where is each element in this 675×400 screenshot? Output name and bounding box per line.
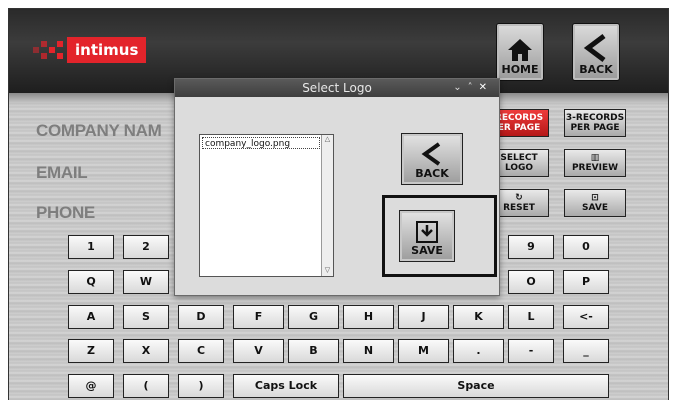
brand-logo: intimus — [31, 37, 147, 63]
list-item[interactable]: company_logo.png — [202, 137, 320, 149]
kiosk-screen: intimus HOME BACK COMPANY NAM EMAIL PHON… — [8, 8, 669, 400]
records3-line1: 3-RECORDS — [565, 113, 625, 123]
dialog-back-label: BACK — [415, 167, 449, 180]
key-v[interactable]: V — [233, 339, 284, 363]
save-small-icon: ⊡ — [591, 193, 599, 203]
scroll-up-icon[interactable]: △ — [323, 135, 332, 145]
key-o[interactable]: O — [508, 270, 554, 294]
key-space[interactable]: Space — [343, 374, 609, 398]
key-q[interactable]: Q — [68, 270, 114, 294]
key-period[interactable]: . — [453, 339, 504, 363]
key-x[interactable]: X — [123, 339, 169, 363]
back-label: BACK — [579, 63, 613, 76]
home-label: HOME — [501, 63, 539, 76]
key-g[interactable]: G — [288, 305, 339, 329]
preview-icon: ▥ — [590, 153, 600, 163]
key-n[interactable]: N — [343, 339, 394, 363]
home-button[interactable]: HOME — [496, 23, 544, 81]
preview-label: PREVIEW — [571, 163, 619, 173]
email-label: EMAIL — [36, 163, 88, 182]
key-caps-lock[interactable]: Caps Lock — [233, 374, 339, 398]
dialog-save-label: SAVE — [411, 244, 443, 257]
key-b[interactable]: B — [288, 339, 339, 363]
collapse-icon[interactable]: ⌄ — [453, 82, 467, 93]
scroll-down-icon[interactable]: ▽ — [323, 266, 332, 276]
key-9[interactable]: 9 — [508, 235, 554, 259]
dialog-save-button[interactable]: SAVE — [399, 210, 455, 262]
key-at[interactable]: @ — [68, 374, 114, 398]
close-icon[interactable]: ✕ — [479, 82, 493, 93]
key-2[interactable]: 2 — [123, 235, 169, 259]
company-name-label: COMPANY NAM — [36, 121, 162, 140]
key-backspace[interactable]: <- — [563, 305, 609, 329]
key-w[interactable]: W — [123, 270, 169, 294]
back-button[interactable]: BACK — [572, 23, 620, 81]
key-c[interactable]: C — [178, 339, 224, 363]
home-icon — [508, 39, 532, 61]
chevron-left-icon — [421, 142, 441, 166]
dialog-title: Select Logo — [302, 81, 372, 95]
logo-dots-icon — [31, 37, 67, 63]
key-1[interactable]: 1 — [68, 235, 114, 259]
key-p[interactable]: P — [563, 270, 609, 294]
logo-text: intimus — [67, 37, 147, 63]
key-h[interactable]: H — [343, 305, 394, 329]
key-l[interactable]: L — [508, 305, 554, 329]
key-close-paren[interactable]: ) — [178, 374, 224, 398]
save-side-label: SAVE — [582, 203, 608, 213]
key-j[interactable]: J — [398, 305, 449, 329]
key-m[interactable]: M — [398, 339, 449, 363]
key-f[interactable]: F — [233, 305, 284, 329]
dialog-back-button[interactable]: BACK — [401, 133, 463, 185]
dialog-titlebar: Select Logo ⌄˄✕ — [175, 79, 499, 97]
save-icon — [416, 221, 438, 243]
phone-label: PHONE — [36, 203, 95, 222]
key-z[interactable]: Z — [68, 339, 114, 363]
key-s[interactable]: S — [123, 305, 169, 329]
key-dash[interactable]: - — [508, 339, 554, 363]
key-open-paren[interactable]: ( — [123, 374, 169, 398]
save-highlight-frame: SAVE — [382, 195, 497, 277]
save-side-button[interactable]: ⊡ SAVE — [564, 189, 626, 217]
listbox-scrollbar[interactable]: △ ▽ — [321, 135, 333, 276]
key-0[interactable]: 0 — [563, 235, 609, 259]
key-a[interactable]: A — [68, 305, 114, 329]
key-d[interactable]: D — [178, 305, 224, 329]
three-records-per-page-button[interactable]: 3-RECORDS PER PAGE — [564, 109, 626, 137]
key-underscore[interactable]: _ — [563, 339, 609, 363]
maximize-icon[interactable]: ˄ — [468, 82, 479, 93]
file-listbox[interactable]: company_logo.png △ ▽ — [199, 134, 334, 277]
preview-button[interactable]: ▥ PREVIEW — [564, 149, 626, 177]
window-controls: ⌄˄✕ — [453, 79, 493, 97]
chevron-left-icon — [583, 34, 606, 62]
records3-line2: PER PAGE — [570, 123, 620, 133]
key-k[interactable]: K — [453, 305, 504, 329]
